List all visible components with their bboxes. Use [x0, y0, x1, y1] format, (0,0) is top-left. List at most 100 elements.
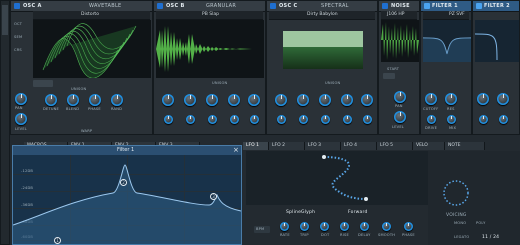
- osc-a-blend-knob[interactable]: [67, 94, 79, 106]
- filter2-enable-toggle[interactable]: [476, 3, 482, 9]
- filter2-response-display[interactable]: [475, 20, 519, 62]
- filter1-response-display[interactable]: [423, 20, 471, 62]
- filter1-drive-knob[interactable]: [427, 115, 436, 124]
- osc-b-knob-5[interactable]: [248, 94, 260, 106]
- osc-c-knob-1[interactable]: [275, 94, 287, 106]
- filter1-res-knob[interactable]: [445, 93, 457, 105]
- osc-b-knob-10[interactable]: [250, 115, 259, 124]
- lfo-rate-knob[interactable]: [280, 222, 289, 231]
- filter1-type-select[interactable]: PZ SVF: [423, 11, 469, 20]
- osc-a-rand-knob[interactable]: [111, 94, 123, 106]
- filter1-cutoff-label: CUTOFF: [423, 107, 439, 111]
- filter1-type: PZ SVF: [449, 12, 465, 17]
- osc-a-wavetable-display[interactable]: [33, 20, 151, 78]
- noise-start-toggle[interactable]: [383, 73, 395, 79]
- osc-c-sample-select[interactable]: Dirty Babylon: [269, 11, 375, 20]
- osc-c-knob-3[interactable]: [319, 94, 331, 106]
- lfo-side-panel: VOICING MONO POLY LEGATO 11 / 24: [428, 151, 520, 245]
- voicing-mono[interactable]: MONO: [454, 221, 466, 225]
- filter2-knob-4[interactable]: [499, 115, 508, 124]
- filter2-knob-1[interactable]: [477, 93, 489, 105]
- osc-b-knob-7[interactable]: [186, 115, 195, 124]
- osc-c-knob-5[interactable]: [361, 94, 373, 106]
- lfo-shape-name[interactable]: SplineGlyph: [286, 210, 315, 215]
- lfo-smooth-knob[interactable]: [382, 222, 391, 231]
- lfo-dot-knob[interactable]: [320, 222, 329, 231]
- osc-b-enable-toggle[interactable]: [157, 3, 163, 9]
- noise-enable-toggle[interactable]: [382, 3, 388, 9]
- osc-a-pan-knob[interactable]: [15, 93, 27, 105]
- tab-lfo5[interactable]: LFO 5: [377, 142, 413, 150]
- osc-b-knob-2[interactable]: [184, 94, 196, 106]
- tab-velo[interactable]: VELO: [413, 142, 445, 150]
- filter1-title[interactable]: FILTER 1: [432, 3, 458, 9]
- noise-display[interactable]: [381, 20, 419, 62]
- filter-editor-curve: [13, 164, 241, 244]
- noise-pan-label: PAN: [395, 104, 403, 108]
- lfo-display[interactable]: [246, 151, 428, 205]
- osc-c-sample-name: Dirty Babylon: [307, 12, 338, 17]
- osc-b-sample-select[interactable]: PB Slap: [156, 11, 263, 20]
- osc-a-enable-toggle[interactable]: [14, 3, 20, 9]
- osc-c-enable-toggle[interactable]: [270, 3, 276, 9]
- filter1-mix-knob[interactable]: [447, 115, 456, 124]
- filter-editor-point-1[interactable]: 1: [54, 237, 61, 244]
- osc-a-wave-3d: [42, 23, 137, 78]
- osc-a-wavetable-select[interactable]: Distorto: [33, 11, 150, 20]
- filter1-enable-toggle[interactable]: [424, 3, 430, 9]
- noise-sample-select[interactable]: J106 HP: [381, 11, 417, 20]
- tab-lfo3[interactable]: LFO 3: [305, 142, 341, 150]
- osc-b-waveform-display[interactable]: [156, 20, 264, 78]
- osc-c-knob-7[interactable]: [299, 115, 308, 124]
- filter-editor-point-2[interactable]: 2: [120, 179, 127, 186]
- osc-c-knob-2[interactable]: [297, 94, 309, 106]
- lfo-mode[interactable]: Forward: [348, 210, 368, 215]
- osc-a-level-knob[interactable]: [15, 113, 27, 125]
- tab-note[interactable]: NOTE: [445, 142, 485, 150]
- filter2-knob-3[interactable]: [479, 115, 488, 124]
- osc-a-mode-button[interactable]: [33, 80, 53, 87]
- voicing-poly[interactable]: POLY: [476, 221, 486, 225]
- osc-b-knob-8[interactable]: [208, 115, 217, 124]
- left-strip-handle[interactable]: [2, 5, 8, 35]
- tab-lfo1[interactable]: LFO 1: [243, 142, 269, 150]
- left-strip: [0, 0, 10, 245]
- osc-c-knob-4[interactable]: [341, 94, 353, 106]
- tab-lfo2[interactable]: LFO 2: [269, 142, 305, 150]
- osc-b-knob-9[interactable]: [230, 115, 239, 124]
- lfo-trip-knob[interactable]: [300, 222, 309, 231]
- filter2-knob-2[interactable]: [497, 93, 509, 105]
- lfo-rise-knob[interactable]: [340, 222, 349, 231]
- filter2-title[interactable]: FILTER 2: [484, 3, 510, 9]
- osc-c-knob-10[interactable]: [363, 115, 372, 124]
- osc-c-knob-8[interactable]: [321, 115, 330, 124]
- osc-b-knob-1[interactable]: [162, 94, 174, 106]
- filter-editor-point-3[interactable]: 3: [210, 193, 217, 200]
- voicing-legato[interactable]: LEGATO: [454, 235, 469, 239]
- noise-pan-knob[interactable]: [394, 91, 406, 103]
- osc-b-knob-3[interactable]: [206, 94, 218, 106]
- osc-c-type[interactable]: SPECTRAL: [321, 3, 349, 9]
- filter1-panel: FILTER 1 PZ SVF CUTOFF RES DRIVE MIX: [420, 0, 472, 135]
- lfo-phase-knob[interactable]: [404, 222, 413, 231]
- osc-b-knob-4[interactable]: [228, 94, 240, 106]
- osc-a-type[interactable]: WAVETABLE: [89, 3, 122, 9]
- osc-b-waveform: [156, 26, 264, 72]
- osc-b-knob-6[interactable]: [164, 115, 173, 124]
- filter-editor-close-icon[interactable]: ×: [233, 146, 239, 154]
- noise-level-label: LEVEL: [392, 125, 405, 129]
- noise-panel: NOISE J106 HP START PAN LEVEL: [378, 0, 420, 135]
- tab-lfo4[interactable]: LFO 4: [341, 142, 377, 150]
- filter1-cutoff-knob[interactable]: [425, 93, 437, 105]
- osc-c-knob-9[interactable]: [343, 115, 352, 124]
- osc-c-spectral-display[interactable]: [283, 31, 363, 69]
- osc-c-knob-6[interactable]: [277, 115, 286, 124]
- noise-level-knob[interactable]: [394, 111, 406, 123]
- filter2-header: FILTER 2: [473, 1, 519, 12]
- lfo-delay-knob[interactable]: [360, 222, 369, 231]
- osc-a-level-label: LEVEL: [15, 127, 28, 131]
- osc-b-panel: OSC B GRANULAR PB Slap UNISON: [153, 0, 266, 135]
- osc-a-phase-knob[interactable]: [89, 94, 101, 106]
- osc-a-detune-knob[interactable]: [45, 94, 57, 106]
- osc-b-type[interactable]: GRANULAR: [206, 3, 236, 9]
